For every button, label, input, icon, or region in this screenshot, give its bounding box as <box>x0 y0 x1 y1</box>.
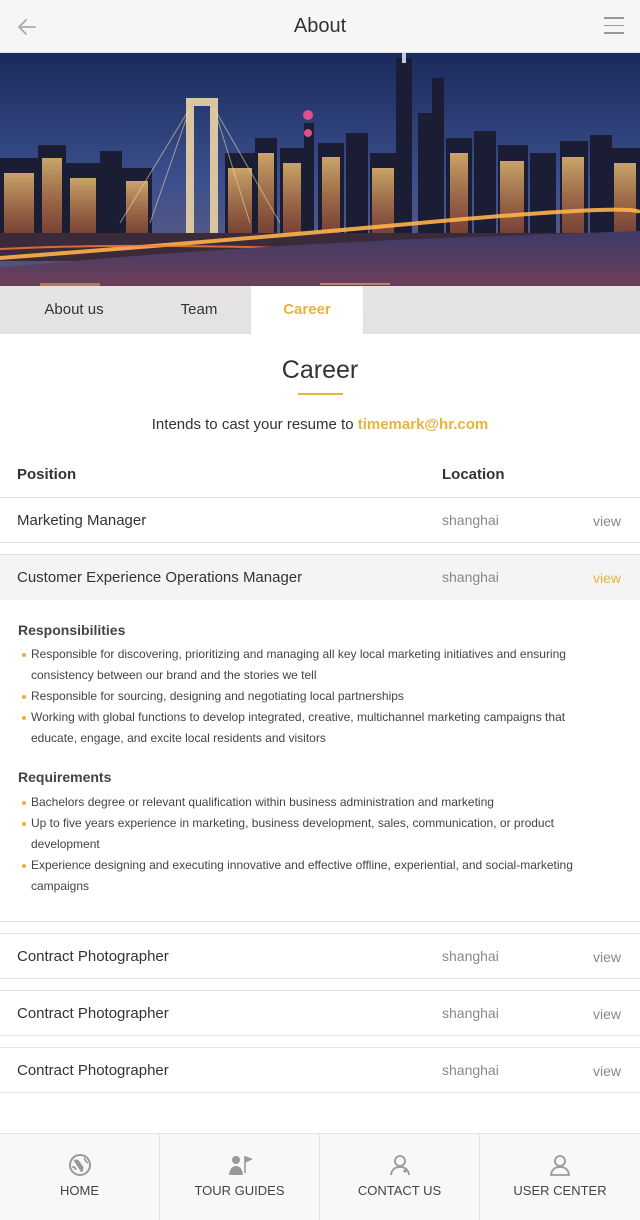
responsibilities-heading: Responsibilities <box>18 622 126 638</box>
top-bar: About <box>0 0 640 53</box>
job-location: shanghai <box>442 512 499 528</box>
job-position: Contract Photographer <box>17 1005 169 1022</box>
job-position: Customer Experience Operations Manager <box>17 569 303 586</box>
section-title: Career <box>281 356 359 384</box>
list-item: Responsible for sourcing, designing and … <box>22 686 602 707</box>
job-row[interactable]: Contract Photographer shanghai view <box>0 1047 640 1093</box>
nav-label: HOME <box>60 1183 99 1198</box>
tab-team[interactable]: Team <box>148 286 250 334</box>
list-item: Working with global functions to develop… <box>22 707 602 749</box>
resume-email-link[interactable]: timemark@hr.com <box>358 416 489 433</box>
position-column-header: Position <box>17 466 77 483</box>
nav-label: CONTACT US <box>357 1183 442 1198</box>
title-underline <box>298 393 343 395</box>
nav-home[interactable]: HOME <box>0 1134 160 1220</box>
intro-text: Intends to cast your resume to <box>151 416 354 433</box>
job-location: shanghai <box>442 1005 499 1021</box>
list-item: Responsible for discovering, prioritizin… <box>22 644 602 686</box>
contact-person-icon <box>390 1155 410 1176</box>
about-tabs: About us Team Career <box>0 286 640 334</box>
menu-icon-line <box>604 24 624 27</box>
list-item: Bachelors degree or relevant qualificati… <box>22 792 602 813</box>
list-item: Experience designing and executing innov… <box>22 855 602 897</box>
job-row[interactable]: Marketing Manager shanghai view <box>0 497 640 543</box>
guide-flag-icon <box>229 1156 253 1175</box>
menu-icon-line <box>604 32 624 34</box>
nav-contact-us[interactable]: CONTACT US <box>320 1134 480 1220</box>
nav-tour-guides[interactable]: TOUR GUIDES <box>160 1134 320 1220</box>
responsibilities-list: Responsible for discovering, prioritizin… <box>22 644 602 749</box>
tab-about-us[interactable]: About us <box>0 286 148 334</box>
menu-icon <box>604 17 624 19</box>
view-link[interactable]: view <box>593 949 621 965</box>
job-row-expanded[interactable]: Customer Experience Operations Manager s… <box>0 554 640 600</box>
job-position: Marketing Manager <box>17 512 147 529</box>
home-globe-icon <box>69 1154 91 1176</box>
nav-user-center[interactable]: USER CENTER <box>480 1134 640 1220</box>
view-link[interactable]: view <box>593 1063 621 1079</box>
job-row[interactable]: Contract Photographer shanghai view <box>0 933 640 979</box>
nav-label: USER CENTER <box>513 1183 607 1198</box>
job-location: shanghai <box>442 948 499 964</box>
tab-career[interactable]: Career <box>250 286 364 334</box>
back-arrow-icon <box>18 19 36 35</box>
user-icon <box>549 1155 571 1176</box>
menu-button[interactable] <box>604 17 624 37</box>
job-position: Contract Photographer <box>17 948 169 965</box>
location-column-header: Location <box>442 466 505 483</box>
job-location: shanghai <box>442 1062 499 1078</box>
back-button[interactable] <box>14 14 40 40</box>
view-link[interactable]: view <box>593 570 621 586</box>
view-link[interactable]: view <box>593 513 621 529</box>
requirements-heading: Requirements <box>18 769 112 785</box>
resume-intro: Intends to cast your resume to timemark@… <box>0 416 640 433</box>
bottom-nav: HOME TOUR GUIDES CONTACT US USER CENTER <box>0 1133 640 1220</box>
view-link[interactable]: view <box>593 1006 621 1022</box>
list-item: Up to five years experience in marketing… <box>22 813 602 855</box>
page-title: About <box>293 15 347 37</box>
job-row[interactable]: Contract Photographer shanghai view <box>0 990 640 1036</box>
requirements-list: Bachelors degree or relevant qualificati… <box>22 792 602 897</box>
nav-label: TOUR GUIDES <box>194 1183 285 1198</box>
job-position: Contract Photographer <box>17 1062 169 1079</box>
job-detail-panel: Responsibilities Responsible for discove… <box>0 600 640 922</box>
job-location: shanghai <box>442 569 499 585</box>
